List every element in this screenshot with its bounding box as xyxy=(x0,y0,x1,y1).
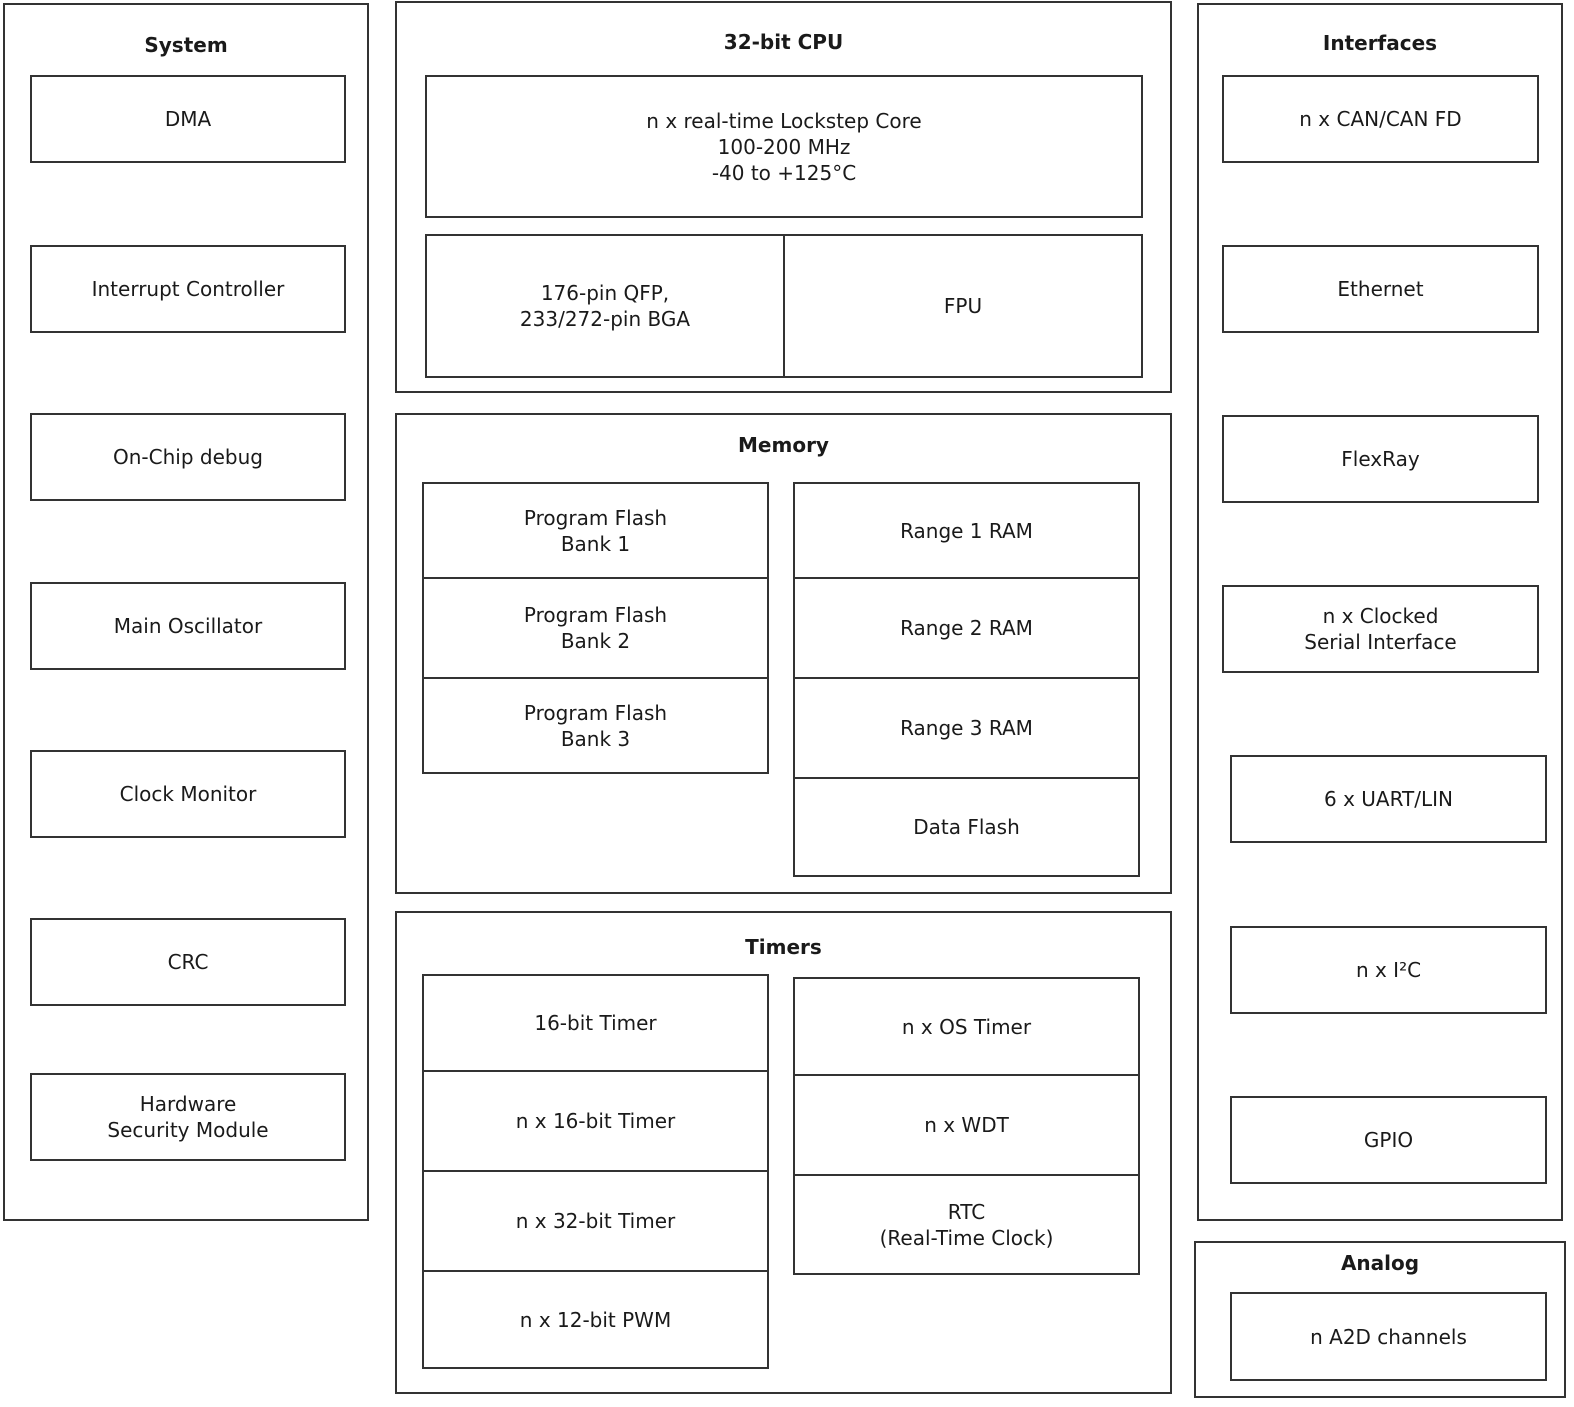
system-title: System xyxy=(144,33,228,57)
interface-can: n x CAN/CAN FD xyxy=(1222,75,1539,163)
system-panel: System DMA Interrupt Controller On-Chip … xyxy=(3,3,369,1221)
timer-16-bit: 16-bit Timer xyxy=(422,974,769,1072)
interface-flexray: FlexRay xyxy=(1222,415,1539,503)
analog-panel: Analog n A2D channels xyxy=(1194,1241,1566,1398)
timers-panel: Timers 16-bit Timer n x 16-bit Timer n x… xyxy=(395,911,1172,1394)
memory-title: Memory xyxy=(738,433,829,457)
system-main-oscillator: Main Oscillator xyxy=(30,582,346,670)
memory-flash-bank-3: Program Flash Bank 3 xyxy=(422,677,769,774)
memory-range-1-ram: Range 1 RAM xyxy=(793,482,1140,579)
system-dma: DMA xyxy=(30,75,346,163)
timer-n-os: n x OS Timer xyxy=(793,977,1140,1076)
interfaces-panel: Interfaces n x CAN/CAN FD Ethernet FlexR… xyxy=(1197,3,1563,1221)
interface-uart-lin: 6 x UART/LIN xyxy=(1230,755,1547,843)
memory-flash-bank-1: Program Flash Bank 1 xyxy=(422,482,769,579)
cpu-fpu: FPU xyxy=(783,234,1143,378)
interface-ethernet: Ethernet xyxy=(1222,245,1539,333)
cpu-core: n x real-time Lockstep Core 100-200 MHz … xyxy=(425,75,1143,218)
timer-rtc: RTC (Real-Time Clock) xyxy=(793,1174,1140,1275)
interface-i2c: n x I²C xyxy=(1230,926,1547,1014)
interfaces-title: Interfaces xyxy=(1322,31,1438,55)
timers-title: Timers xyxy=(745,935,822,959)
system-interrupt-controller: Interrupt Controller xyxy=(30,245,346,333)
memory-panel: Memory Program Flash Bank 1 Program Flas… xyxy=(395,413,1172,894)
cpu-title: 32-bit CPU xyxy=(723,30,844,54)
system-on-chip-debug: On-Chip debug xyxy=(30,413,346,501)
memory-range-3-ram: Range 3 RAM xyxy=(793,677,1140,779)
interface-gpio: GPIO xyxy=(1230,1096,1547,1184)
timer-n-wdt: n x WDT xyxy=(793,1074,1140,1176)
timer-n-16-bit: n x 16-bit Timer xyxy=(422,1070,769,1172)
system-clock-monitor: Clock Monitor xyxy=(30,750,346,838)
cpu-panel: 32-bit CPU n x real-time Lockstep Core 1… xyxy=(395,1,1172,393)
memory-data-flash: Data Flash xyxy=(793,777,1140,877)
cpu-package: 176-pin QFP, 233/272-pin BGA xyxy=(425,234,785,378)
system-hardware-security-module: Hardware Security Module xyxy=(30,1073,346,1161)
system-crc: CRC xyxy=(30,918,346,1006)
timer-n-32-bit: n x 32-bit Timer xyxy=(422,1170,769,1272)
analog-title: Analog xyxy=(1340,1251,1420,1275)
timer-n-12-bit-pwm: n x 12-bit PWM xyxy=(422,1270,769,1369)
interface-clocked-serial: n x Clocked Serial Interface xyxy=(1222,585,1539,673)
memory-range-2-ram: Range 2 RAM xyxy=(793,577,1140,679)
memory-flash-bank-2: Program Flash Bank 2 xyxy=(422,577,769,679)
analog-a2d-channels: n A2D channels xyxy=(1230,1292,1547,1381)
